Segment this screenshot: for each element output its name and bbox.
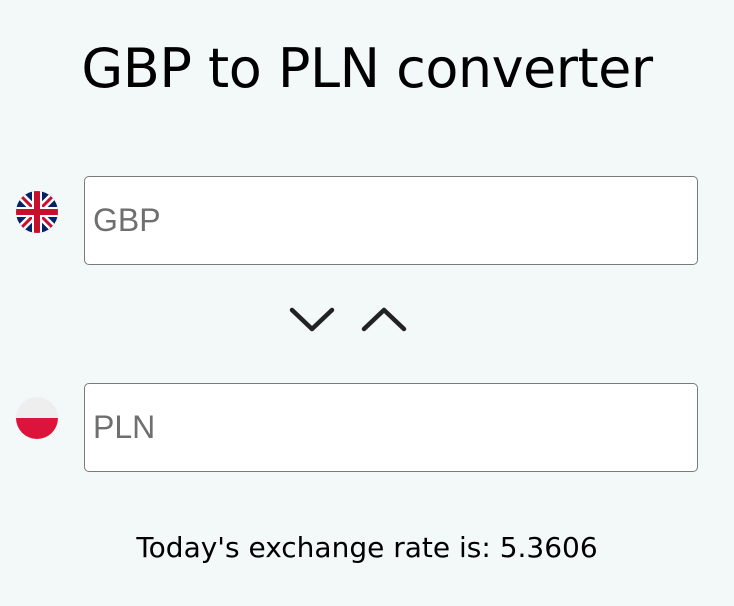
uk-flag-icon: [16, 191, 58, 233]
chevron-down-icon[interactable]: [289, 302, 335, 334]
page-title: GBP to PLN converter: [81, 37, 653, 100]
converter-page: GBP to PLN converter Today's ex: [0, 0, 734, 606]
chevron-up-icon[interactable]: [361, 302, 407, 334]
pln-amount-input[interactable]: [84, 383, 698, 472]
exchange-rate-text: Today's exchange rate is: 5.3606: [136, 531, 598, 564]
poland-flag-icon: [16, 397, 58, 439]
gbp-amount-input[interactable]: [84, 176, 698, 265]
